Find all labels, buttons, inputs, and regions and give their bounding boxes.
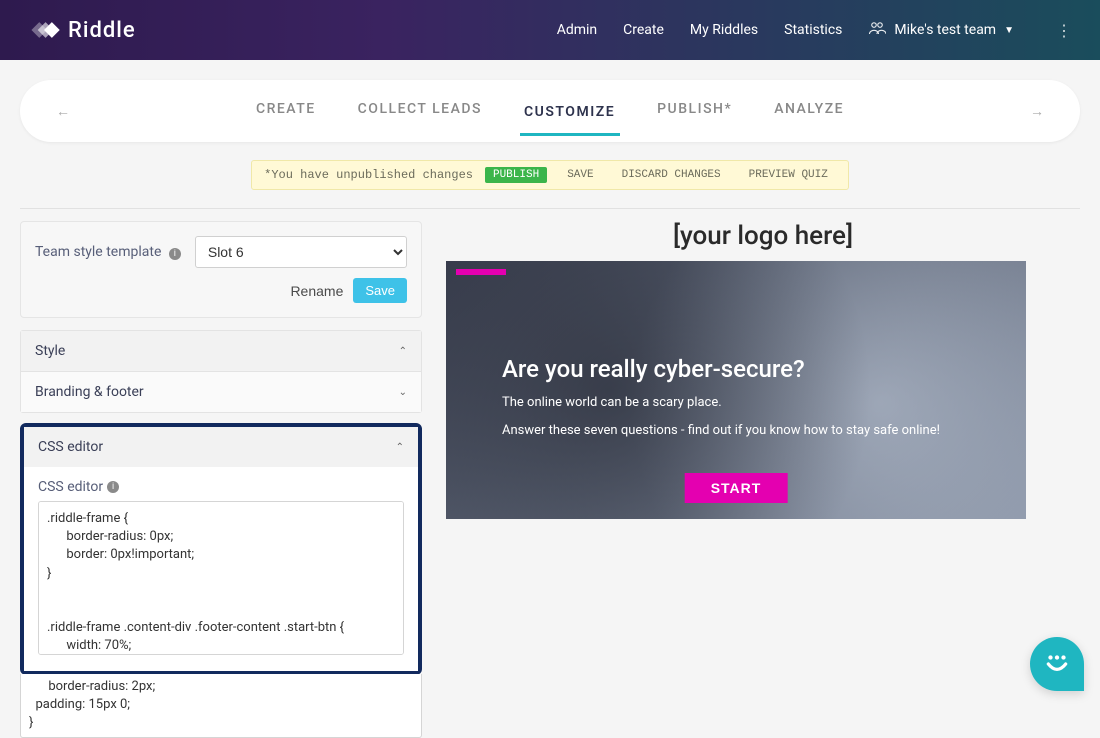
chevron-up-icon: ⌃ <box>399 346 407 357</box>
accordion-style[interactable]: Style ⌃ <box>21 331 421 371</box>
steps-bar: ← CREATE COLLECT LEADS CUSTOMIZE PUBLISH… <box>20 80 1080 142</box>
active-step-indicator <box>520 133 620 136</box>
top-bar: Riddle Admin Create My Riddles Statistic… <box>0 0 1100 60</box>
team-icon <box>868 21 886 39</box>
nav-create[interactable]: Create <box>623 22 664 38</box>
preview-text-1: The online world can be a scary place. <box>502 395 722 410</box>
accordion-branding[interactable]: Branding & footer ⌄ <box>21 371 421 412</box>
team-selector[interactable]: Mike's test team ▼ <box>868 21 1014 39</box>
publish-button[interactable]: PUBLISH <box>485 167 547 183</box>
divider <box>20 208 1080 209</box>
nav-admin[interactable]: Admin <box>557 22 597 38</box>
preview-stage: Are you really cyber-secure? The online … <box>446 261 1026 519</box>
logo-icon <box>28 18 60 42</box>
info-icon[interactable]: i <box>107 481 119 493</box>
team-name: Mike's test team <box>894 22 996 38</box>
css-overflow-text: border-radius: 2px; padding: 15px 0; } <box>20 674 422 738</box>
step-create[interactable]: CREATE <box>256 101 316 121</box>
css-editor-panel: CSS editor ⌃ CSS editor i <box>20 423 422 675</box>
accordion-style-label: Style <box>35 343 65 359</box>
preview-text-2: Answer these seven questions - find out … <box>502 423 940 438</box>
step-publish[interactable]: PUBLISH* <box>657 101 732 121</box>
chat-widget[interactable] <box>1030 637 1084 691</box>
info-icon[interactable]: i <box>169 248 181 260</box>
chevron-down-icon: ⌄ <box>399 387 407 398</box>
chevron-down-icon: ▼ <box>1004 25 1014 36</box>
preview-title: Are you really cyber-secure? <box>502 355 805 383</box>
css-textarea[interactable] <box>38 501 404 655</box>
rename-button[interactable]: Rename <box>290 283 343 299</box>
template-save-button[interactable]: Save <box>353 278 407 303</box>
discard-changes-button[interactable]: DISCARD CHANGES <box>614 167 729 183</box>
unpublished-alert: *You have unpublished changes PUBLISH SA… <box>251 160 849 190</box>
alert-message: *You have unpublished changes <box>264 168 473 182</box>
accordion-css-editor[interactable]: CSS editor ⌃ <box>24 427 418 467</box>
nav-my-riddles[interactable]: My Riddles <box>690 22 758 38</box>
accordion-css-label: CSS editor <box>38 439 103 455</box>
logo[interactable]: Riddle <box>28 18 136 43</box>
step-customize[interactable]: CUSTOMIZE <box>524 104 615 124</box>
preview-quiz-button[interactable]: PREVIEW QUIZ <box>741 167 836 183</box>
brand-name: Riddle <box>68 18 136 43</box>
nav-statistics[interactable]: Statistics <box>784 22 842 38</box>
chevron-up-icon: ⌃ <box>396 442 404 453</box>
css-editor-label: CSS editor i <box>38 479 404 495</box>
accordion: Style ⌃ Branding & footer ⌄ <box>20 330 422 413</box>
chat-icon <box>1044 651 1070 677</box>
step-analyze[interactable]: ANALYZE <box>774 101 844 121</box>
steps-next-arrow[interactable]: → <box>1030 103 1044 120</box>
save-button[interactable]: SAVE <box>559 167 601 183</box>
accordion-branding-label: Branding & footer <box>35 384 144 400</box>
preview-pane: [your logo here] Are you really cyber-se… <box>446 221 1080 738</box>
preview-logo-placeholder: [your logo here] <box>446 221 1080 251</box>
template-card: Team style template i Slot 6 Rename Save <box>20 221 422 318</box>
template-label: Team style template i <box>35 244 181 260</box>
progress-bar <box>456 269 506 275</box>
menu-kebab-icon[interactable]: ⋮ <box>1056 21 1072 40</box>
start-button[interactable]: START <box>685 473 788 503</box>
steps-prev-arrow[interactable]: ← <box>56 103 70 120</box>
step-collect-leads[interactable]: COLLECT LEADS <box>358 101 482 121</box>
template-select[interactable]: Slot 6 <box>195 236 407 268</box>
